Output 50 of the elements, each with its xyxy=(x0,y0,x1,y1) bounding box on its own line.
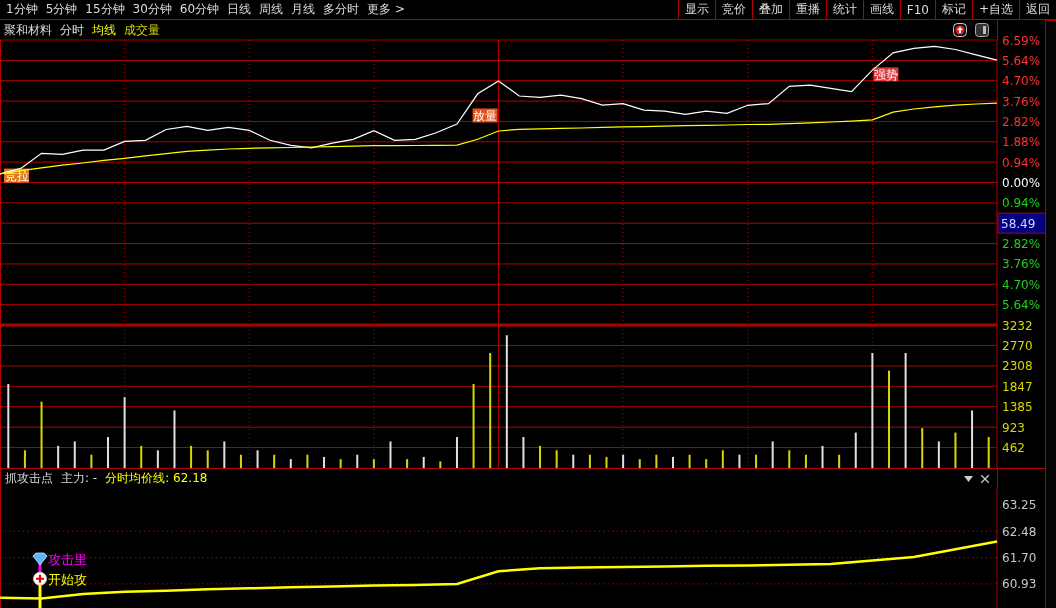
stock-name: 聚和材料 xyxy=(4,21,52,39)
period-tab[interactable]: 5分钟 xyxy=(45,1,78,18)
axis-label: 1.88% xyxy=(1002,135,1041,150)
axis-label: 2.82% xyxy=(1002,237,1041,251)
period-tab[interactable]: 周线 xyxy=(259,1,284,18)
close-icon[interactable] xyxy=(981,474,990,483)
axis-label: 2770 xyxy=(1002,338,1033,353)
axis-label: 4.70% xyxy=(1002,74,1041,89)
axis-label: 923 xyxy=(1002,420,1025,435)
axis-label: 1385 xyxy=(1002,400,1033,415)
legend-label: 均线 xyxy=(92,21,116,39)
axis-label: 0.00% xyxy=(1002,176,1041,190)
signal-label: 开始攻 xyxy=(48,571,87,587)
axis-label: 3232 xyxy=(1002,318,1033,333)
axis-label: 2.82% xyxy=(1002,115,1041,129)
period-tab[interactable]: 1分钟 xyxy=(6,1,38,18)
axis-label: 4.70% xyxy=(1002,277,1041,292)
period-tab[interactable]: 15分钟 xyxy=(85,1,125,18)
axis-label: 1847 xyxy=(1002,379,1033,394)
axis-label: 62.48 xyxy=(1002,524,1037,539)
period-tab[interactable]: 30分钟 xyxy=(132,1,172,18)
axis-label: 462 xyxy=(1002,441,1025,456)
panel-toggle-icon[interactable] xyxy=(975,23,989,37)
axis-label: 2308 xyxy=(1002,359,1033,374)
legend-label: 分时 xyxy=(60,21,84,39)
axis-label: 6.59% xyxy=(1002,33,1041,48)
upload-icon[interactable] xyxy=(953,23,967,37)
axis-label: 60.93 xyxy=(1002,577,1037,592)
period-tab[interactable]: 更多 > xyxy=(367,1,405,18)
period-tab[interactable]: 多分时 xyxy=(323,1,360,18)
indicator-title: 抓攻击点 xyxy=(5,470,53,487)
axis-label: 0.94% xyxy=(1002,155,1041,170)
axis-label: 61.70 xyxy=(1002,551,1037,566)
axis-label: 3.76% xyxy=(1002,257,1041,272)
axis-label: 5.64% xyxy=(1002,297,1041,312)
dropdown-icon[interactable] xyxy=(964,475,974,482)
avg-line-value: 分时均价线: 62.18 xyxy=(105,470,208,487)
axis-label: 3.76% xyxy=(1002,94,1041,109)
period-tab[interactable]: 60分钟 xyxy=(179,1,220,18)
signal-tag: 放量 xyxy=(472,108,498,123)
legend-label: 成交量 xyxy=(124,21,160,39)
period-tab[interactable]: 月线 xyxy=(291,1,316,18)
period-tab[interactable]: 日线 xyxy=(227,1,252,18)
signal-label: 攻击里 xyxy=(48,552,87,568)
axis-label: 63.25 xyxy=(1002,498,1037,513)
main-force-value: 主力: - xyxy=(61,470,98,487)
signal-tag: 强势 xyxy=(873,67,899,82)
axis-label: 0.94% xyxy=(1002,196,1041,211)
start-signal-marker xyxy=(33,571,47,608)
axis-label: 5.64% xyxy=(1002,54,1041,69)
